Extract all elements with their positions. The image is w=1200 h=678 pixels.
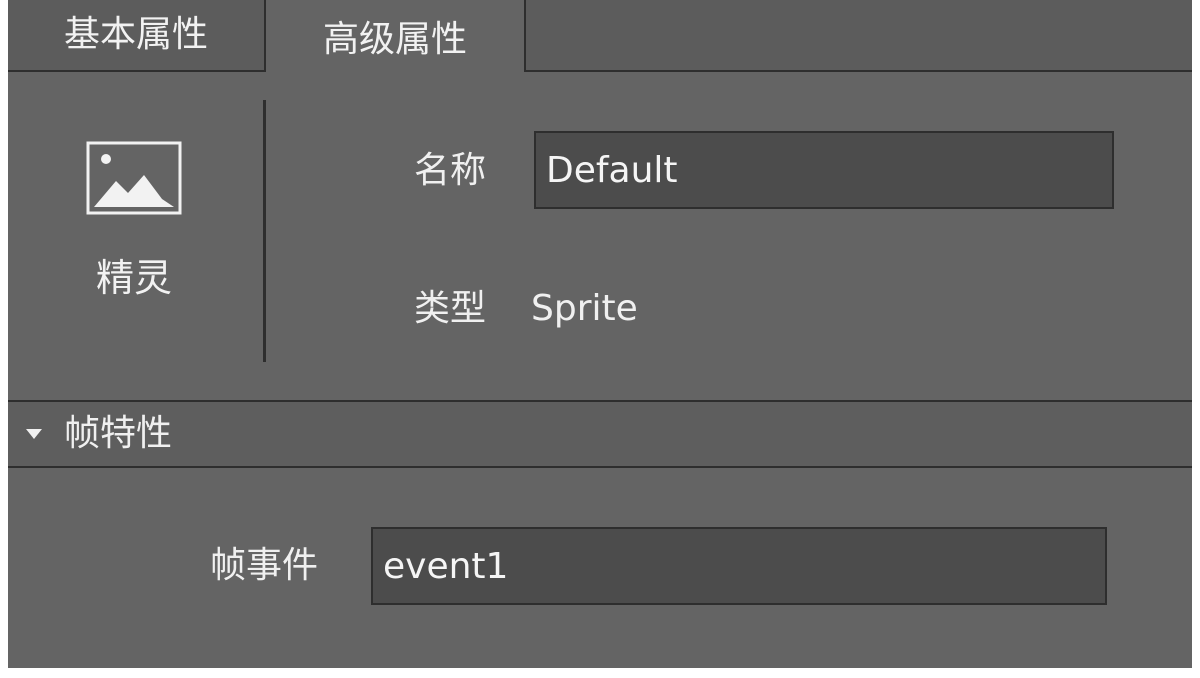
frame-event-label: 帧事件: [210, 545, 319, 586]
tab-advanced-properties[interactable]: 高级属性: [266, 0, 526, 72]
triangle-down-icon[interactable]: [24, 427, 44, 441]
name-input[interactable]: [534, 131, 1114, 209]
frame-event-input[interactable]: [371, 527, 1107, 605]
name-label: 名称: [414, 150, 487, 191]
tab-bar-filler: [526, 0, 1192, 72]
image-icon: [86, 141, 182, 215]
tab-bar: 基本属性 高级属性: [8, 0, 1192, 72]
frame-properties-header[interactable]: 帧特性: [8, 400, 1192, 468]
properties-panel: 基本属性 高级属性 精灵 名称 类型 Sprite 帧特性 帧事件: [8, 0, 1192, 668]
sprite-type-label: 精灵: [95, 256, 172, 300]
vertical-divider: [263, 100, 266, 362]
type-label: 类型: [414, 288, 487, 329]
frame-properties-title: 帧特性: [64, 413, 173, 454]
type-value: Sprite: [531, 288, 638, 329]
tab-basic-properties[interactable]: 基本属性: [8, 0, 266, 72]
